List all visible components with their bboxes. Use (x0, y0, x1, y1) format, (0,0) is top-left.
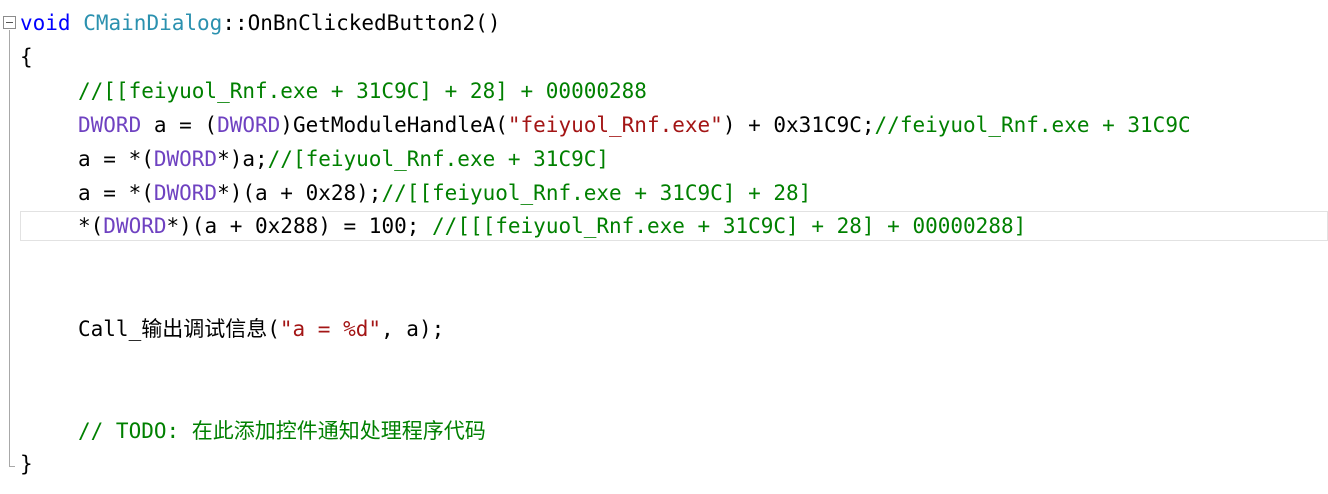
macro-token: DWORD (78, 113, 142, 137)
code-token: a = *( (78, 181, 154, 205)
code-line-dword-declaration[interactable]: DWORD a = (DWORD)GetModuleHandleA("feiyu… (78, 110, 1191, 140)
code-line-deref-1[interactable]: a = *(DWORD*)a;//[feiyuol_Rnf.exe + 31C9… (78, 144, 609, 174)
code-line-assign-value[interactable]: *(DWORD*)(a + 0x288) = 100; //[[[feiyuol… (78, 211, 1026, 241)
code-token: { (20, 45, 33, 69)
code-token: Call_输出调试信息( (78, 317, 280, 341)
string-token: "a = %d" (279, 317, 382, 341)
collapse-minus-icon[interactable] (3, 16, 16, 29)
fold-guide-end (9, 466, 15, 467)
type-token: CMainDialog (83, 11, 223, 35)
code-line-close-brace[interactable]: } (20, 449, 33, 479)
code-line-open-brace[interactable]: { (20, 42, 33, 72)
comment-token: //[feiyuol_Rnf.exe + 31C9C] (267, 147, 610, 171)
code-editor[interactable]: void CMainDialog::OnBnClickedButton2() {… (0, 0, 1328, 494)
code-token: , a); (381, 317, 445, 341)
code-token: *)(a + 0x28); (217, 181, 382, 205)
code-token: *)a; (217, 147, 268, 171)
comment-token: //[[feiyuol_Rnf.exe + 31C9C] + 28] + 000… (78, 79, 647, 103)
code-line-function-signature[interactable]: void CMainDialog::OnBnClickedButton2() (20, 8, 500, 38)
comment-token: //feiyuol_Rnf.exe + 31C9C (874, 113, 1191, 137)
macro-token: DWORD (153, 181, 218, 205)
macro-token: DWORD (153, 147, 218, 171)
code-line-deref-2[interactable]: a = *(DWORD*)(a + 0x28);//[[feiyuol_Rnf.… (78, 178, 811, 208)
code-token: ) + 0x31C9C; (722, 113, 875, 137)
code-token: a = *( (78, 147, 154, 171)
comment-token: // TODO: 在此添加控件通知处理程序代码 (78, 419, 486, 443)
code-line-comment-address[interactable]: //[[feiyuol_Rnf.exe + 31C9C] + 28] + 000… (78, 76, 647, 106)
code-token: a = ( (141, 113, 218, 137)
macro-token: DWORD (103, 214, 167, 238)
comment-token: //[[feiyuol_Rnf.exe + 31C9C] + 28] (381, 181, 812, 205)
comment-token: //[[[feiyuol_Rnf.exe + 31C9C] + 28] + 00… (432, 214, 1027, 238)
string-token: "feiyuol_Rnf.exe" (507, 113, 723, 137)
code-token: ::OnBnClickedButton2() (222, 11, 501, 35)
code-token: *( (78, 214, 104, 238)
code-token: } (20, 452, 33, 476)
macro-token: DWORD (217, 113, 281, 137)
code-token: )GetModuleHandleA( (280, 113, 508, 137)
code-line-debug-call[interactable]: Call_输出调试信息("a = %d", a); (78, 314, 444, 344)
fold-guide-line (9, 30, 10, 466)
code-token: *)(a + 0x288) = 100; (166, 214, 433, 238)
code-line-todo-comment[interactable]: // TODO: 在此添加控件通知处理程序代码 (78, 416, 486, 446)
keyword-token: void (20, 11, 71, 35)
